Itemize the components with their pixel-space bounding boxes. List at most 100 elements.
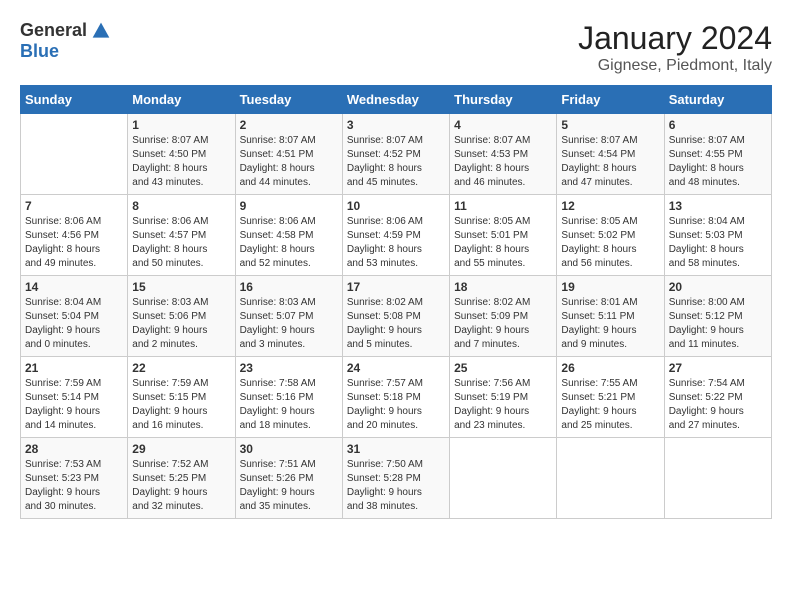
day-number: 19 [561, 280, 659, 294]
calendar-cell: 10Sunrise: 8:06 AMSunset: 4:59 PMDayligh… [342, 195, 449, 276]
day-info: Sunrise: 8:03 AMSunset: 5:07 PMDaylight:… [240, 296, 338, 352]
day-info: Sunrise: 7:59 AMSunset: 5:15 PMDaylight:… [132, 377, 230, 433]
day-info: Sunrise: 7:50 AMSunset: 5:28 PMDaylight:… [347, 458, 445, 514]
calendar-cell: 28 Sunrise: 7:53 AMSunset: 5:23 PMDayligh… [21, 438, 128, 519]
week-row-3: 14 Sunrise: 8:04 AMSunset: 5:04 PMDayligh… [21, 276, 772, 357]
day-number: 14 [25, 280, 123, 294]
calendar-cell: 19 Sunrise: 8:01 AMSunset: 5:11 PMDayligh… [557, 276, 664, 357]
week-row-1: 1 Sunrise: 8:07 AMSunset: 4:50 PMDaylight… [21, 114, 772, 195]
location-subtitle: Gignese, Piedmont, Italy [578, 57, 772, 75]
calendar-cell: 8 Sunrise: 8:06 AMSunset: 4:57 PMDaylight… [128, 195, 235, 276]
calendar-cell: 13Sunrise: 8:04 AMSunset: 5:03 PMDayligh… [664, 195, 771, 276]
calendar-cell: 12Sunrise: 8:05 AMSunset: 5:02 PMDayligh… [557, 195, 664, 276]
day-info: Sunrise: 8:00 AMSunset: 5:12 PMDaylight:… [669, 296, 767, 352]
day-header-tuesday: Tuesday [235, 86, 342, 114]
day-info: Sunrise: 8:04 AMSunset: 5:03 PMDaylight:… [669, 215, 767, 271]
day-number: 2 [240, 118, 338, 132]
calendar-cell: 15 Sunrise: 8:03 AMSunset: 5:06 PMDayligh… [128, 276, 235, 357]
day-number: 11 [454, 199, 552, 213]
calendar-cell: 27 Sunrise: 7:54 AMSunset: 5:22 PMDayligh… [664, 357, 771, 438]
calendar-cell: 25 Sunrise: 7:56 AMSunset: 5:19 PMDayligh… [450, 357, 557, 438]
calendar-cell: 30 Sunrise: 7:51 AMSunset: 5:26 PMDayligh… [235, 438, 342, 519]
day-number: 31 [347, 442, 445, 456]
calendar-cell: 20 Sunrise: 8:00 AMSunset: 5:12 PMDayligh… [664, 276, 771, 357]
day-info: Sunrise: 8:05 AMSunset: 5:01 PMDaylight:… [454, 215, 552, 271]
day-number: 23 [240, 361, 338, 375]
day-number: 18 [454, 280, 552, 294]
calendar-cell: 18 Sunrise: 8:02 AMSunset: 5:09 PMDayligh… [450, 276, 557, 357]
day-header-sunday: Sunday [21, 86, 128, 114]
calendar-cell: 17 Sunrise: 8:02 AMSunset: 5:08 PMDayligh… [342, 276, 449, 357]
week-row-4: 21 Sunrise: 7:59 AMSunset: 5:14 PMDayligh… [21, 357, 772, 438]
day-header-friday: Friday [557, 86, 664, 114]
calendar-cell: 1 Sunrise: 8:07 AMSunset: 4:50 PMDaylight… [128, 114, 235, 195]
day-number: 26 [561, 361, 659, 375]
day-number: 8 [132, 199, 230, 213]
day-info: Sunrise: 7:58 AMSunset: 5:16 PMDaylight:… [240, 377, 338, 433]
day-number: 6 [669, 118, 767, 132]
day-info: Sunrise: 7:51 AMSunset: 5:26 PMDaylight:… [240, 458, 338, 514]
day-number: 20 [669, 280, 767, 294]
day-header-thursday: Thursday [450, 86, 557, 114]
logo-icon [91, 21, 111, 41]
calendar-cell: 22 Sunrise: 7:59 AMSunset: 5:15 PMDayligh… [128, 357, 235, 438]
day-info: Sunrise: 8:04 AMSunset: 5:04 PMDaylight:… [25, 296, 123, 352]
day-number: 22 [132, 361, 230, 375]
day-info: Sunrise: 8:06 AMSunset: 4:59 PMDaylight:… [347, 215, 445, 271]
day-info: Sunrise: 7:56 AMSunset: 5:19 PMDaylight:… [454, 377, 552, 433]
calendar-cell: 5 Sunrise: 8:07 AMSunset: 4:54 PMDaylight… [557, 114, 664, 195]
calendar-cell: 23 Sunrise: 7:58 AMSunset: 5:16 PMDayligh… [235, 357, 342, 438]
page-header: General Blue January 2024 Gignese, Piedm… [20, 20, 772, 75]
calendar-table: SundayMondayTuesdayWednesdayThursdayFrid… [20, 85, 772, 519]
week-row-5: 28 Sunrise: 7:53 AMSunset: 5:23 PMDayligh… [21, 438, 772, 519]
day-number: 21 [25, 361, 123, 375]
calendar-cell: 29 Sunrise: 7:52 AMSunset: 5:25 PMDayligh… [128, 438, 235, 519]
calendar-cell: 2Sunrise: 8:07 AMSunset: 4:51 PMDaylight… [235, 114, 342, 195]
calendar-cell: 16 Sunrise: 8:03 AMSunset: 5:07 PMDayligh… [235, 276, 342, 357]
day-number: 16 [240, 280, 338, 294]
calendar-cell: 7Sunrise: 8:06 AMSunset: 4:56 PMDaylight… [21, 195, 128, 276]
calendar-cell: 11 Sunrise: 8:05 AMSunset: 5:01 PMDayligh… [450, 195, 557, 276]
day-number: 29 [132, 442, 230, 456]
day-number: 7 [25, 199, 123, 213]
day-info: Sunrise: 7:53 AMSunset: 5:23 PMDaylight:… [25, 458, 123, 514]
calendar-cell: 4Sunrise: 8:07 AMSunset: 4:53 PMDaylight… [450, 114, 557, 195]
day-header-monday: Monday [128, 86, 235, 114]
day-number: 9 [240, 199, 338, 213]
day-info: Sunrise: 8:06 AMSunset: 4:58 PMDaylight:… [240, 215, 338, 271]
calendar-cell: 26Sunrise: 7:55 AMSunset: 5:21 PMDayligh… [557, 357, 664, 438]
calendar-cell [664, 438, 771, 519]
day-info: Sunrise: 8:02 AMSunset: 5:08 PMDaylight:… [347, 296, 445, 352]
day-number: 4 [454, 118, 552, 132]
day-info: Sunrise: 8:02 AMSunset: 5:09 PMDaylight:… [454, 296, 552, 352]
day-number: 17 [347, 280, 445, 294]
day-number: 27 [669, 361, 767, 375]
day-header-wednesday: Wednesday [342, 86, 449, 114]
day-number: 30 [240, 442, 338, 456]
day-info: Sunrise: 8:01 AMSunset: 5:11 PMDaylight:… [561, 296, 659, 352]
day-info: Sunrise: 7:59 AMSunset: 5:14 PMDaylight:… [25, 377, 123, 433]
calendar-cell: 9 Sunrise: 8:06 AMSunset: 4:58 PMDaylight… [235, 195, 342, 276]
calendar-cell: 3Sunrise: 8:07 AMSunset: 4:52 PMDaylight… [342, 114, 449, 195]
day-info: Sunrise: 7:54 AMSunset: 5:22 PMDaylight:… [669, 377, 767, 433]
day-number: 15 [132, 280, 230, 294]
day-info: Sunrise: 8:06 AMSunset: 4:57 PMDaylight:… [132, 215, 230, 271]
day-info: Sunrise: 8:07 AMSunset: 4:54 PMDaylight:… [561, 134, 659, 190]
logo-general-text: General [20, 20, 87, 41]
calendar-cell [450, 438, 557, 519]
week-row-2: 7Sunrise: 8:06 AMSunset: 4:56 PMDaylight… [21, 195, 772, 276]
day-info: Sunrise: 7:52 AMSunset: 5:25 PMDaylight:… [132, 458, 230, 514]
day-header-saturday: Saturday [664, 86, 771, 114]
logo: General Blue [20, 20, 111, 62]
day-number: 28 [25, 442, 123, 456]
calendar-cell: 31 Sunrise: 7:50 AMSunset: 5:28 PMDayligh… [342, 438, 449, 519]
day-number: 1 [132, 118, 230, 132]
day-number: 24 [347, 361, 445, 375]
day-info: Sunrise: 8:07 AMSunset: 4:50 PMDaylight:… [132, 134, 230, 190]
logo-blue-text: Blue [20, 41, 59, 62]
day-info: Sunrise: 8:03 AMSunset: 5:06 PMDaylight:… [132, 296, 230, 352]
calendar-cell: 6Sunrise: 8:07 AMSunset: 4:55 PMDaylight… [664, 114, 771, 195]
day-number: 25 [454, 361, 552, 375]
calendar-cell [557, 438, 664, 519]
day-number: 5 [561, 118, 659, 132]
